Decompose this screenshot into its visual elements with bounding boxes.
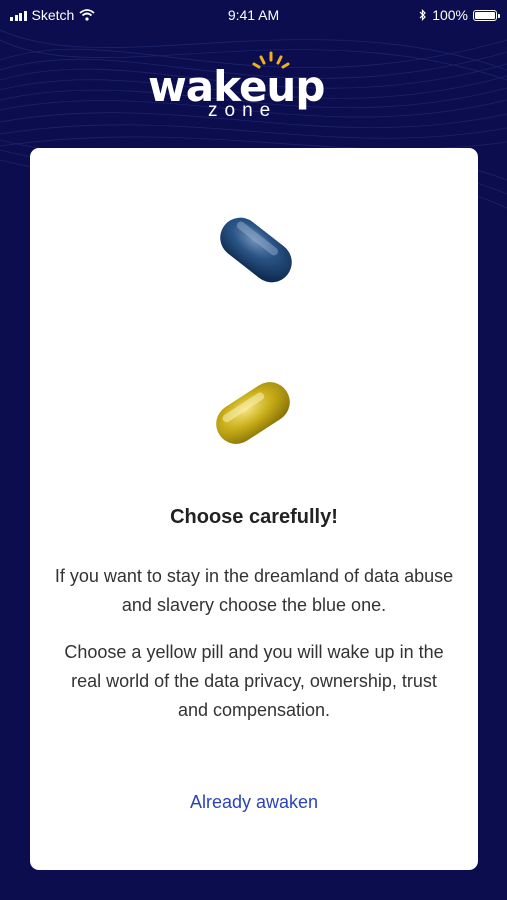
bluetooth-icon [419, 9, 427, 21]
status-bar: Sketch 9:41 AM 100% [0, 0, 507, 32]
app-logo: wakeup zone [0, 50, 507, 125]
yellow-pill[interactable] [206, 366, 300, 460]
battery-icon [473, 9, 500, 21]
blue-pill[interactable] [209, 203, 303, 297]
logo-subtitle: zone [208, 100, 278, 121]
blue-pill-description: If you want to stay in the dreamland of … [54, 566, 454, 615]
choice-card: Choose carefully! If you want to stay in… [30, 148, 478, 870]
already-awaken-link[interactable]: Already awaken [30, 792, 478, 813]
card-title: Choose carefully! [170, 506, 338, 528]
battery-fill [475, 11, 495, 19]
yellow-pill-description: Choose a yellow pill and you will wake u… [64, 642, 444, 720]
battery-percent: 100% [432, 7, 468, 23]
status-right: 100% [419, 7, 500, 23]
